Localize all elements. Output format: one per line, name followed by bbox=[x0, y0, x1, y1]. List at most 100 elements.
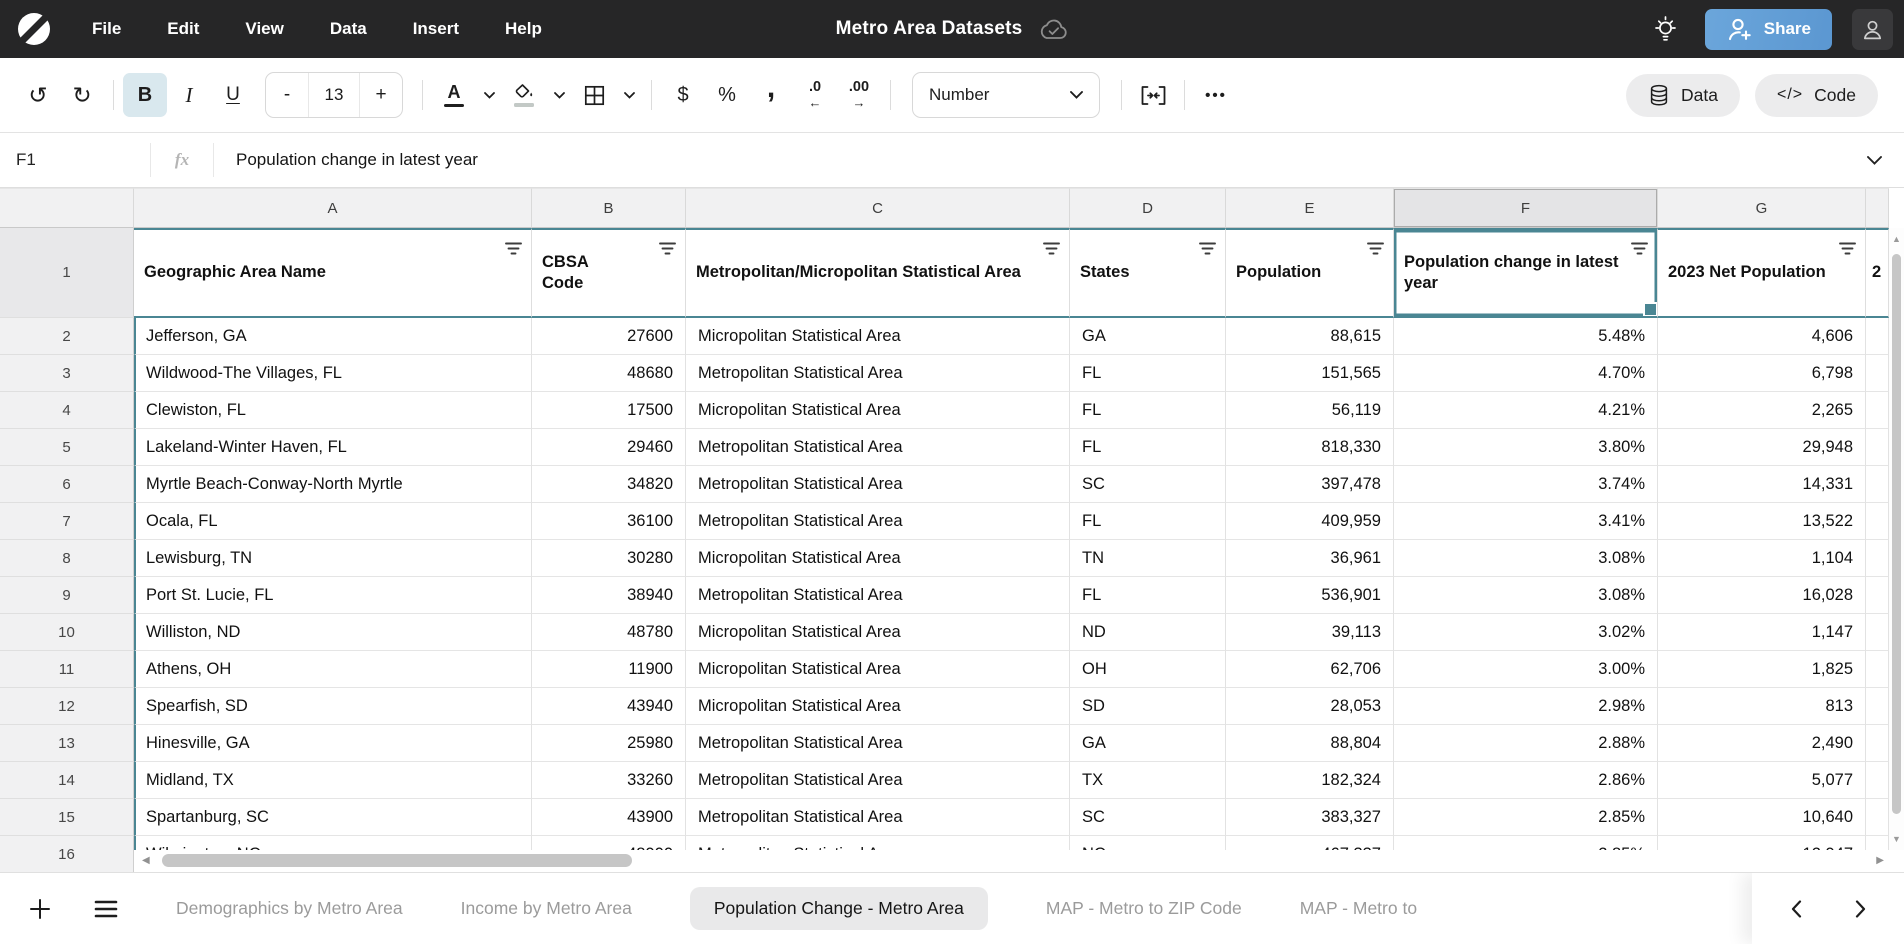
horizontal-scrollbar-thumb[interactable] bbox=[162, 854, 632, 867]
text-color-dropdown[interactable] bbox=[476, 73, 502, 117]
cell[interactable]: Micropolitan Statistical Area bbox=[686, 318, 1070, 355]
cell[interactable]: Wildwood-The Villages, FL bbox=[134, 355, 532, 392]
row-header-13[interactable]: 13 bbox=[0, 725, 134, 762]
menu-view[interactable]: View bbox=[245, 19, 283, 39]
menu-insert[interactable]: Insert bbox=[413, 19, 459, 39]
cell[interactable]: Metropolitan Statistical Area bbox=[686, 429, 1070, 466]
increase-font-button[interactable]: + bbox=[360, 73, 402, 117]
column-header-partial[interactable] bbox=[1866, 188, 1889, 228]
cell[interactable]: 3.00% bbox=[1394, 651, 1658, 688]
row-header-15[interactable]: 15 bbox=[0, 799, 134, 836]
column-header-g[interactable]: G bbox=[1658, 188, 1866, 228]
cell[interactable]: 13,522 bbox=[1658, 503, 1866, 540]
cell[interactable]: Jefferson, GA bbox=[134, 318, 532, 355]
underline-button[interactable]: U bbox=[211, 73, 255, 117]
filter-icon[interactable] bbox=[1631, 242, 1648, 255]
cell-partial[interactable] bbox=[1866, 503, 1889, 540]
cell[interactable]: Metropolitan Statistical Area bbox=[686, 466, 1070, 503]
increase-decimal-button[interactable]: .00 → bbox=[837, 73, 881, 117]
cell-partial[interactable] bbox=[1866, 799, 1889, 836]
scroll-left-arrow-icon[interactable]: ◀ bbox=[142, 855, 150, 866]
scroll-right-arrow-icon[interactable]: ▶ bbox=[1876, 855, 1884, 866]
cell[interactable]: 2.86% bbox=[1394, 762, 1658, 799]
cell[interactable]: 813 bbox=[1658, 688, 1866, 725]
filter-icon[interactable] bbox=[1367, 242, 1384, 255]
row-header-1[interactable]: 1 bbox=[0, 228, 134, 318]
cell-partial[interactable] bbox=[1866, 355, 1889, 392]
cell[interactable]: 16,028 bbox=[1658, 577, 1866, 614]
cell[interactable]: Midland, TX bbox=[134, 762, 532, 799]
sheet-tab[interactable]: MAP - Metro to bbox=[1300, 898, 1417, 919]
cell-partial[interactable] bbox=[1866, 392, 1889, 429]
cell[interactable]: 3.08% bbox=[1394, 577, 1658, 614]
cell[interactable]: 48780 bbox=[532, 614, 686, 651]
all-sheets-button[interactable] bbox=[88, 891, 124, 927]
cell[interactable]: Lewisburg, TN bbox=[134, 540, 532, 577]
cell[interactable]: 38940 bbox=[532, 577, 686, 614]
cell[interactable]: Myrtle Beach-Conway-North Myrtle bbox=[134, 466, 532, 503]
cell[interactable]: Metropolitan Statistical Area bbox=[686, 725, 1070, 762]
cell[interactable]: 1,104 bbox=[1658, 540, 1866, 577]
cell[interactable]: 88,804 bbox=[1226, 725, 1394, 762]
number-format-select[interactable]: Number bbox=[912, 72, 1100, 118]
borders-dropdown[interactable] bbox=[616, 73, 642, 117]
cell[interactable]: OH bbox=[1070, 651, 1226, 688]
add-sheet-button[interactable] bbox=[22, 891, 58, 927]
cell[interactable]: 3.80% bbox=[1394, 429, 1658, 466]
data-panel-button[interactable]: Data bbox=[1626, 74, 1740, 117]
cell[interactable]: Metropolitan Statistical Area bbox=[686, 799, 1070, 836]
cell[interactable]: Metropolitan Statistical Area bbox=[686, 503, 1070, 540]
sheet-tab[interactable]: Demographics by Metro Area bbox=[176, 898, 403, 919]
cell[interactable]: Micropolitan Statistical Area bbox=[686, 688, 1070, 725]
account-avatar-button[interactable] bbox=[1852, 9, 1893, 50]
row-header-14[interactable]: 14 bbox=[0, 762, 134, 799]
column-header-e[interactable]: E bbox=[1226, 188, 1394, 228]
cell[interactable]: ND bbox=[1070, 614, 1226, 651]
cell[interactable]: Micropolitan Statistical Area bbox=[686, 392, 1070, 429]
cell[interactable]: SD bbox=[1070, 688, 1226, 725]
cell[interactable]: 43940 bbox=[532, 688, 686, 725]
share-button[interactable]: Share bbox=[1705, 9, 1832, 50]
cell[interactable]: 29,948 bbox=[1658, 429, 1866, 466]
redo-button[interactable]: ↻ bbox=[60, 73, 104, 117]
row-header-12[interactable]: 12 bbox=[0, 688, 134, 725]
cell[interactable]: SC bbox=[1070, 466, 1226, 503]
header-cell[interactable]: Metropolitan/Micropolitan Statistical Ar… bbox=[686, 228, 1070, 318]
cell[interactable]: 30280 bbox=[532, 540, 686, 577]
formula-input[interactable]: Population change in latest year bbox=[214, 150, 1867, 170]
column-header-a[interactable]: A bbox=[134, 188, 532, 228]
fill-color-dropdown[interactable] bbox=[546, 73, 572, 117]
cell[interactable]: FL bbox=[1070, 355, 1226, 392]
horizontal-scrollbar[interactable]: ◀ ▶ bbox=[134, 850, 1904, 872]
undo-button[interactable]: ↺ bbox=[16, 73, 60, 117]
cell[interactable]: 88,615 bbox=[1226, 318, 1394, 355]
row-header-11[interactable]: 11 bbox=[0, 651, 134, 688]
cell[interactable]: 11900 bbox=[532, 651, 686, 688]
cell[interactable]: 4.70% bbox=[1394, 355, 1658, 392]
cell[interactable]: 33260 bbox=[532, 762, 686, 799]
cell[interactable]: 62,706 bbox=[1226, 651, 1394, 688]
column-header-d[interactable]: D bbox=[1070, 188, 1226, 228]
cell[interactable]: 43900 bbox=[532, 799, 686, 836]
cell[interactable]: 2,265 bbox=[1658, 392, 1866, 429]
cell[interactable]: Metropolitan Statistical Area bbox=[686, 762, 1070, 799]
cell[interactable]: 39,113 bbox=[1226, 614, 1394, 651]
cell[interactable]: 2.98% bbox=[1394, 688, 1658, 725]
cell[interactable]: Micropolitan Statistical Area bbox=[686, 540, 1070, 577]
decrease-decimal-button[interactable]: .0 ← bbox=[793, 73, 837, 117]
scroll-up-arrow-icon[interactable]: ▲ bbox=[1889, 234, 1904, 244]
header-cell[interactable]: Population change in latest year bbox=[1394, 228, 1658, 318]
cell[interactable]: Spearfish, SD bbox=[134, 688, 532, 725]
cell-reference[interactable]: F1 bbox=[0, 150, 150, 170]
scroll-down-arrow-icon[interactable]: ▼ bbox=[1889, 834, 1904, 844]
cell[interactable]: 4.21% bbox=[1394, 392, 1658, 429]
cell[interactable]: Micropolitan Statistical Area bbox=[686, 614, 1070, 651]
cell[interactable]: Micropolitan Statistical Area bbox=[686, 651, 1070, 688]
cell-partial[interactable] bbox=[1866, 688, 1889, 725]
cell[interactable]: 36,961 bbox=[1226, 540, 1394, 577]
filter-icon[interactable] bbox=[1043, 242, 1060, 255]
cell[interactable]: 2,490 bbox=[1658, 725, 1866, 762]
filter-icon[interactable] bbox=[505, 242, 522, 255]
cell[interactable]: 3.74% bbox=[1394, 466, 1658, 503]
column-header-c[interactable]: C bbox=[686, 188, 1070, 228]
